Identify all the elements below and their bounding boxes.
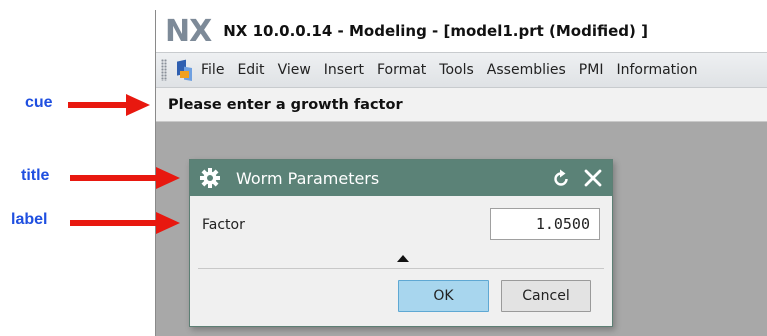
factor-input[interactable] — [490, 208, 600, 240]
dialog-separator — [198, 268, 604, 269]
menu-file[interactable]: File — [201, 62, 224, 78]
gear-icon — [199, 167, 221, 189]
annotation-arrow-icon — [68, 94, 150, 116]
cancel-button[interactable]: Cancel — [501, 280, 591, 312]
menu-assemblies[interactable]: Assemblies — [487, 62, 566, 78]
menu-edit[interactable]: Edit — [237, 62, 264, 78]
annotation-arrow-icon — [70, 212, 180, 234]
close-icon[interactable] — [582, 167, 604, 189]
menu-information[interactable]: Information — [616, 62, 697, 78]
dialog-titlebar[interactable]: Worm Parameters — [190, 160, 612, 196]
menu-pmi[interactable]: PMI — [579, 62, 604, 78]
toolbar-grip-icon[interactable] — [161, 59, 167, 81]
cue-text: Please enter a growth factor — [168, 96, 403, 113]
ok-button[interactable]: OK — [398, 280, 489, 312]
reset-icon[interactable] — [550, 168, 572, 190]
menu-insert[interactable]: Insert — [324, 62, 364, 78]
annotation-arrow-icon — [70, 167, 180, 189]
window-titlebar: NX NX 10.0.0.14 - Modeling - [model1.prt… — [156, 10, 767, 52]
annotation-title-label: title — [21, 167, 50, 184]
factor-label: Factor — [202, 217, 245, 233]
cue-line: Please enter a growth factor — [156, 88, 767, 122]
menu-view[interactable]: View — [278, 62, 311, 78]
nx-app-icon[interactable] — [175, 59, 195, 81]
worm-parameters-dialog: Worm Parameters Factor OK Cancel — [189, 159, 613, 327]
nx-logo: NX — [165, 13, 212, 49]
menu-tools[interactable]: Tools — [439, 62, 474, 78]
window-title: NX 10.0.0.14 - Modeling - [model1.prt (M… — [223, 22, 648, 40]
annotation-cue-label: cue — [25, 94, 53, 111]
dialog-title: Worm Parameters — [236, 168, 380, 188]
collapse-arrow-icon[interactable] — [397, 255, 409, 262]
menu-bar: File Edit View Insert Format Tools Assem… — [156, 52, 767, 88]
annotation-label-label: label — [11, 211, 48, 228]
menu-format[interactable]: Format — [377, 62, 426, 78]
